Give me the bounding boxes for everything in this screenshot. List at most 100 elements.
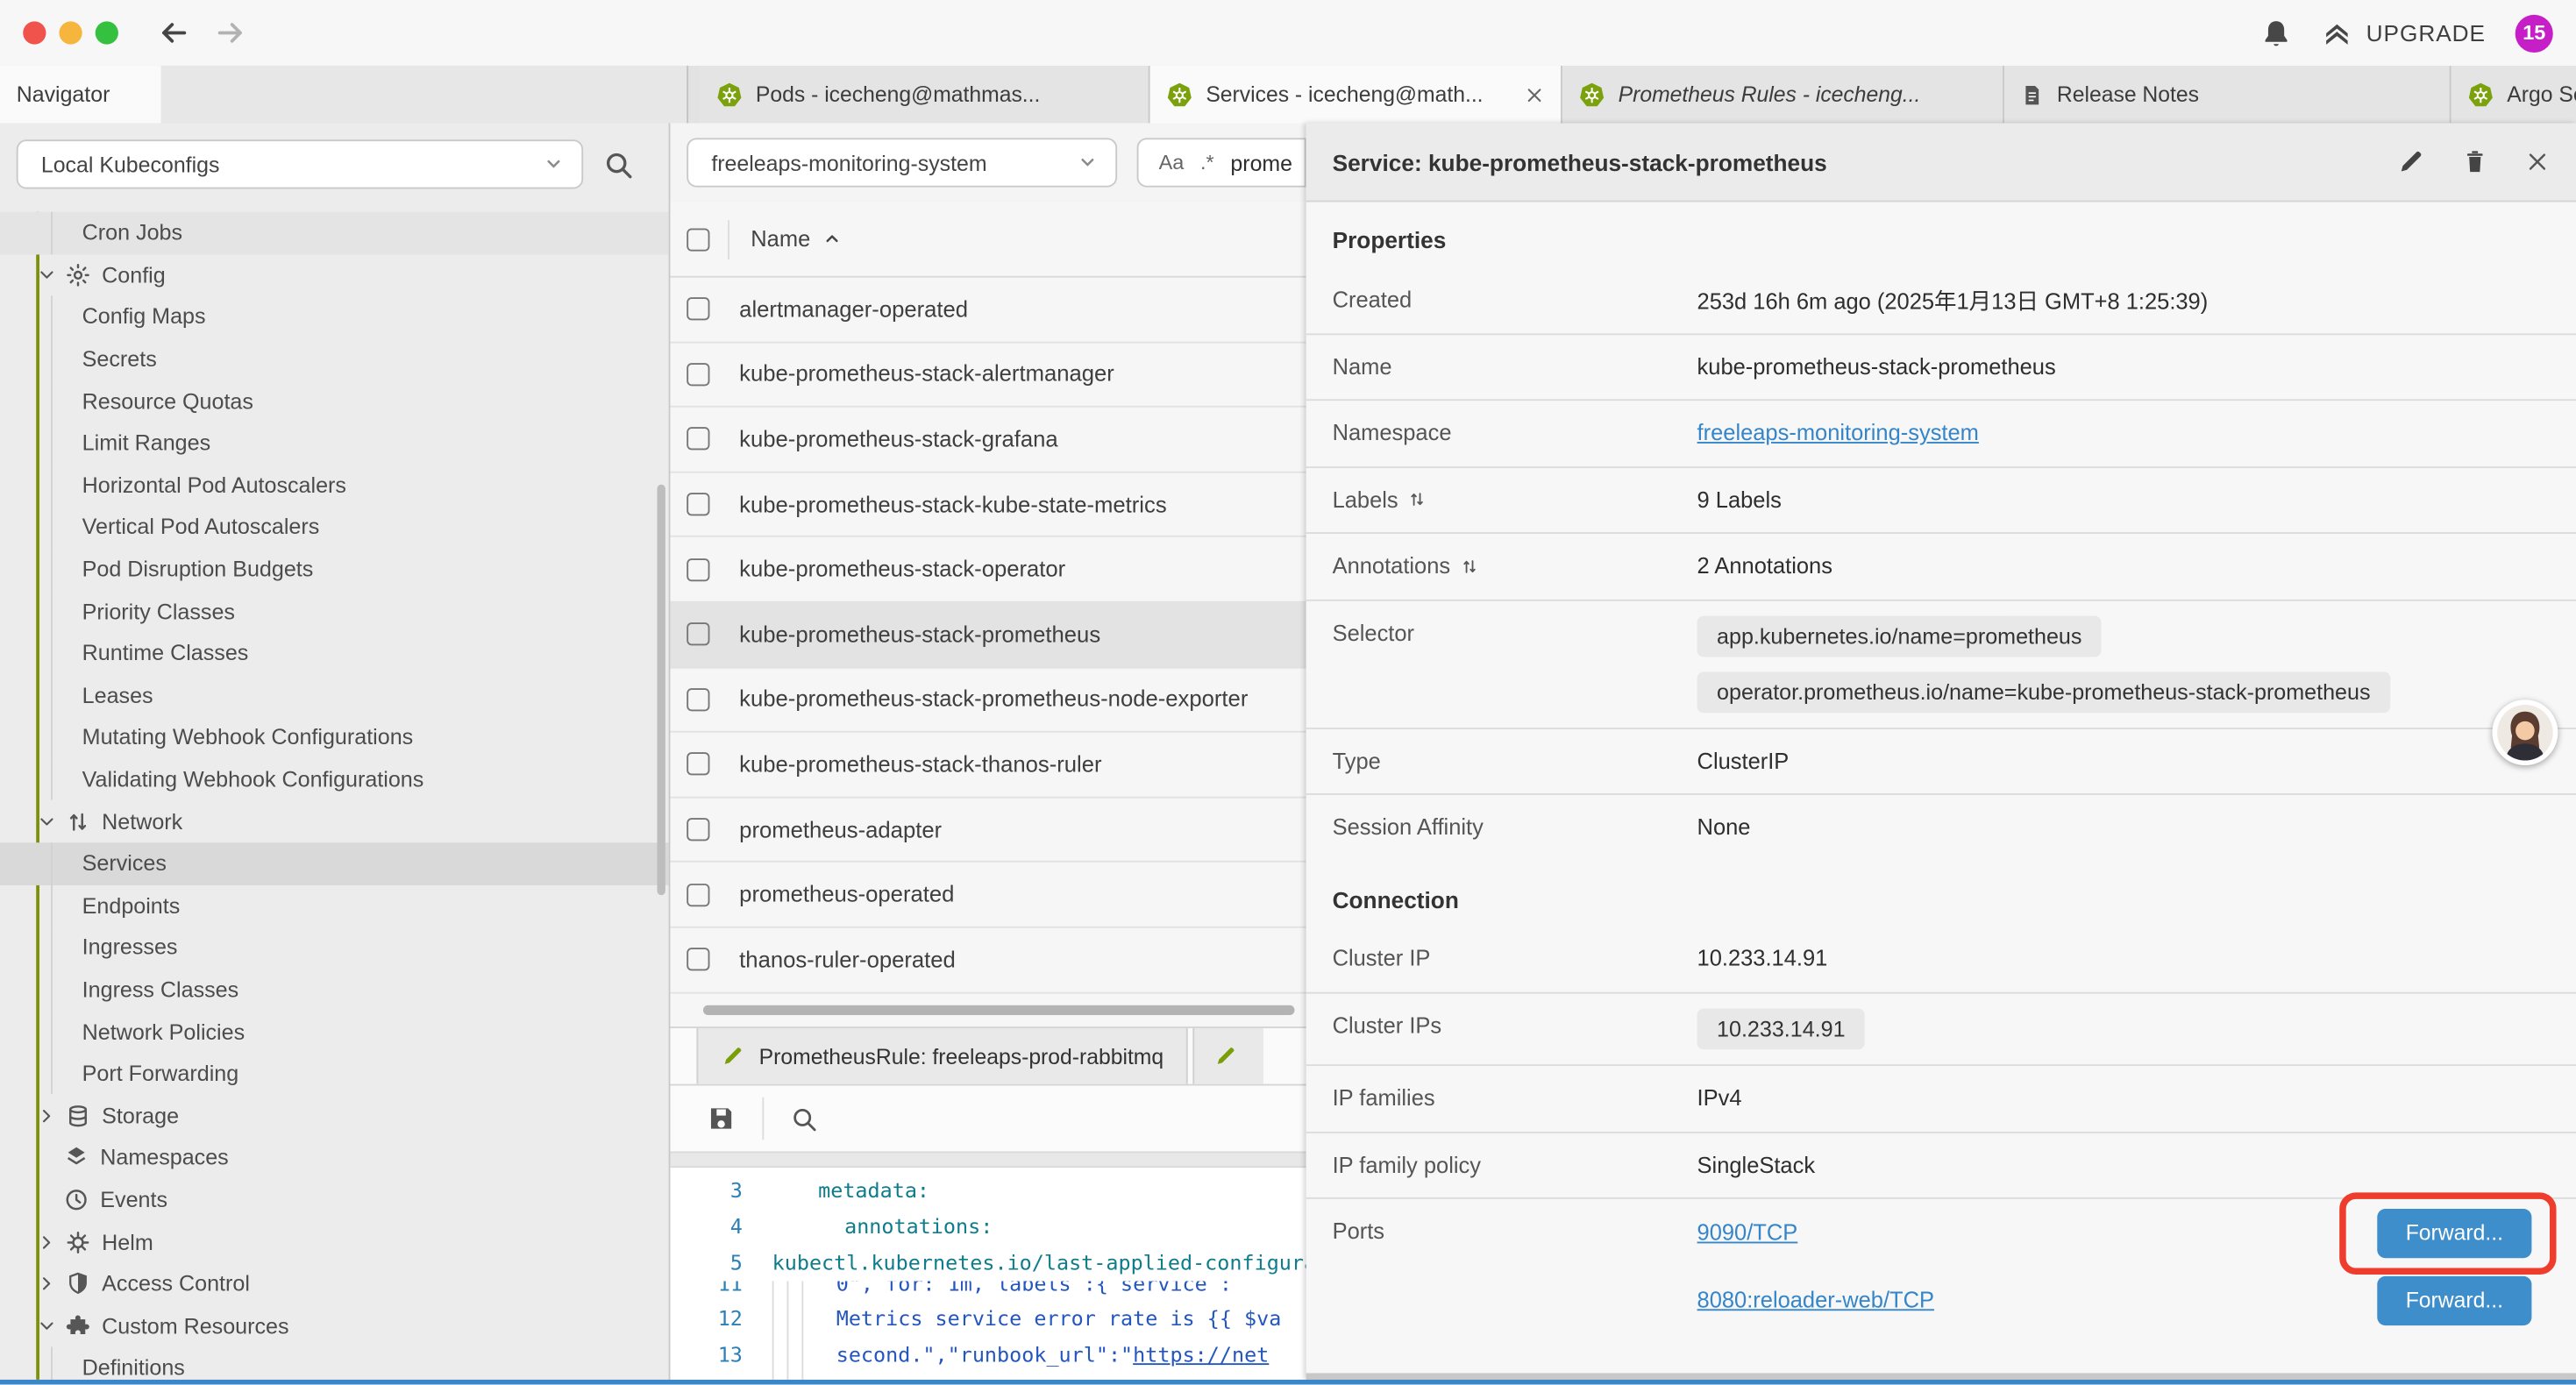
table-row[interactable]: prometheus-operated: [670, 863, 1306, 927]
sidebar-item-ingress-classes[interactable]: Ingress Classes: [0, 969, 669, 1011]
row-checkbox[interactable]: [687, 883, 709, 906]
chevron-right-icon[interactable]: [36, 1105, 57, 1126]
chevron-down-icon[interactable]: [36, 1315, 57, 1336]
list-search-input[interactable]: Aa .* prome: [1137, 138, 1306, 187]
upgrade-button[interactable]: UPGRADE: [2322, 18, 2486, 49]
chevron-down-icon[interactable]: [36, 264, 57, 285]
detail-value-link[interactable]: freeleaps-monitoring-system: [1697, 421, 2576, 445]
editor-divider-strip[interactable]: [670, 1151, 1306, 1168]
sidebar-item-config[interactable]: Config: [0, 254, 669, 296]
row-checkbox[interactable]: [687, 753, 709, 776]
sidebar-item-storage[interactable]: Storage: [0, 1095, 669, 1137]
sidebar-item-horizontal-pod-autoscalers[interactable]: Horizontal Pod Autoscalers: [0, 464, 669, 506]
chevron-right-icon[interactable]: [36, 1231, 57, 1252]
sidebar-item-events[interactable]: Events: [0, 1179, 669, 1221]
app-tab[interactable]: Release Notes: [2004, 66, 2451, 124]
name-column-header[interactable]: Name: [751, 227, 843, 252]
sidebar-item-limit-ranges[interactable]: Limit Ranges: [0, 422, 669, 464]
table-row[interactable]: kube-prometheus-stack-operator: [670, 537, 1306, 602]
app-tab[interactable]: Argo Se: [2451, 66, 2576, 124]
sidebar-item-config-maps[interactable]: Config Maps: [0, 296, 669, 338]
sidebar-item-definitions[interactable]: Definitions: [0, 1347, 669, 1381]
table-row[interactable]: thanos-ruler-operated: [670, 928, 1306, 993]
row-checkbox[interactable]: [687, 558, 709, 580]
editor-tab-next[interactable]: [1193, 1028, 1264, 1084]
sidebar-item-endpoints[interactable]: Endpoints: [0, 884, 669, 927]
sidebar-item-port-forwarding[interactable]: Port Forwarding: [0, 1053, 669, 1095]
sidebar-item-services[interactable]: Services: [0, 842, 669, 884]
sidebar-search-icon[interactable]: [603, 149, 635, 181]
row-checkbox[interactable]: [687, 688, 709, 711]
row-checkbox[interactable]: [687, 298, 709, 321]
delete-trash-icon[interactable]: [2461, 148, 2489, 176]
table-row[interactable]: kube-prometheus-stack-kube-state-metrics: [670, 472, 1306, 537]
sidebar-item-vertical-pod-autoscalers[interactable]: Vertical Pod Autoscalers: [0, 506, 669, 548]
match-case-toggle[interactable]: Aa: [1159, 151, 1185, 174]
sidebar-item-secrets[interactable]: Secrets: [0, 338, 669, 380]
back-icon[interactable]: [158, 17, 190, 49]
sidebar-item-leases[interactable]: Leases: [0, 674, 669, 716]
row-checkbox[interactable]: [687, 428, 709, 451]
editor-search-icon[interactable]: [790, 1104, 818, 1133]
row-checkbox[interactable]: [687, 623, 709, 646]
namespace-selector[interactable]: freeleaps-monitoring-system: [687, 138, 1118, 187]
sidebar-item-runtime-classes[interactable]: Runtime Classes: [0, 632, 669, 674]
notification-count-badge[interactable]: 15: [2516, 14, 2553, 52]
app-tab[interactable]: Services - icecheng@math...: [1150, 66, 1562, 124]
sidebar-item-validating-webhook-configurations[interactable]: Validating Webhook Configurations: [0, 758, 669, 800]
forward-button[interactable]: Forward...: [2377, 1275, 2531, 1325]
sidebar-item-mutating-webhook-configurations[interactable]: Mutating Webhook Configurations: [0, 716, 669, 758]
assistant-avatar[interactable]: [2492, 700, 2558, 765]
table-row[interactable]: prometheus-adapter: [670, 798, 1306, 863]
sidebar-item-resource-quotas[interactable]: Resource Quotas: [0, 380, 669, 423]
row-checkbox[interactable]: [687, 948, 709, 971]
table-row[interactable]: kube-prometheus-stack-alertmanager: [670, 343, 1306, 408]
port-link[interactable]: 9090/TCP: [1697, 1220, 1798, 1245]
table-row[interactable]: kube-prometheus-stack-grafana: [670, 408, 1306, 472]
select-all-checkbox[interactable]: [687, 228, 709, 251]
notifications-bell-icon[interactable]: [2261, 18, 2293, 49]
table-row[interactable]: kube-prometheus-stack-prometheus: [670, 603, 1306, 668]
sidebar-item-pod-disruption-budgets[interactable]: Pod Disruption Budgets: [0, 548, 669, 590]
sidebar-item-network-policies[interactable]: Network Policies: [0, 1011, 669, 1053]
chevron-down-icon[interactable]: [36, 811, 57, 832]
sidebar-scrollbar[interactable]: [657, 485, 665, 895]
sidebar-item-namespaces[interactable]: Namespaces: [0, 1137, 669, 1179]
sidebar-item-custom-resources[interactable]: Custom Resources: [0, 1305, 669, 1347]
sort-toggle-icon[interactable]: [1408, 490, 1427, 509]
regex-toggle[interactable]: .*: [1200, 151, 1214, 174]
chevron-right-icon[interactable]: [36, 1273, 57, 1294]
sidebar-item-ingresses[interactable]: Ingresses: [0, 927, 669, 969]
sidebar-item-helm[interactable]: Helm: [0, 1221, 669, 1263]
navigator-pane-tab[interactable]: Navigator: [0, 66, 161, 124]
sidebar-item-priority-classes[interactable]: Priority Classes: [0, 590, 669, 632]
app-tab[interactable]: Prometheus Rules - icecheng...: [1562, 66, 2004, 124]
yaml-editor[interactable]: 3metadata:4annotations:5kubectl.kubernet…: [670, 1168, 1306, 1380]
editor-tab-prometheusrule[interactable]: PrometheusRule: freeleaps-prod-rabbitmq: [696, 1028, 1188, 1084]
forward-button[interactable]: Forward...: [2377, 1208, 2531, 1257]
forward-icon[interactable]: [214, 17, 246, 49]
sidebar-item-access-control[interactable]: Access Control: [0, 1263, 669, 1305]
row-checkbox[interactable]: [687, 818, 709, 841]
row-checkbox[interactable]: [687, 493, 709, 515]
detail-label-text: Created: [1333, 287, 1413, 311]
row-checkbox[interactable]: [687, 363, 709, 386]
kubeconfig-selector[interactable]: Local Kubeconfigs: [17, 139, 583, 188]
save-icon[interactable]: [707, 1104, 737, 1133]
close-tab-icon[interactable]: [1525, 84, 1544, 103]
table-row[interactable]: alertmanager-operated: [670, 278, 1306, 343]
table-row[interactable]: kube-prometheus-stack-thanos-ruler: [670, 733, 1306, 798]
port-link[interactable]: 8080:reloader-web/TCP: [1697, 1288, 1934, 1312]
zoom-window-button[interactable]: [96, 21, 118, 44]
table-horizontal-scrollbar[interactable]: [703, 1005, 1295, 1015]
table-row[interactable]: kube-prometheus-stack-prometheus-node-ex…: [670, 668, 1306, 733]
minimize-window-button[interactable]: [59, 21, 82, 44]
edit-pencil-icon[interactable]: [2397, 148, 2425, 176]
sidebar-item-cron-jobs[interactable]: Cron Jobs: [0, 212, 669, 254]
app-tab[interactable]: Pods - icecheng@mathmas...: [700, 66, 1149, 124]
close-icon[interactable]: [2525, 150, 2550, 174]
sort-toggle-icon[interactable]: [1460, 557, 1478, 576]
detail-label-text: Name: [1333, 354, 1392, 379]
sidebar-item-network[interactable]: Network: [0, 800, 669, 842]
close-window-button[interactable]: [23, 21, 46, 44]
